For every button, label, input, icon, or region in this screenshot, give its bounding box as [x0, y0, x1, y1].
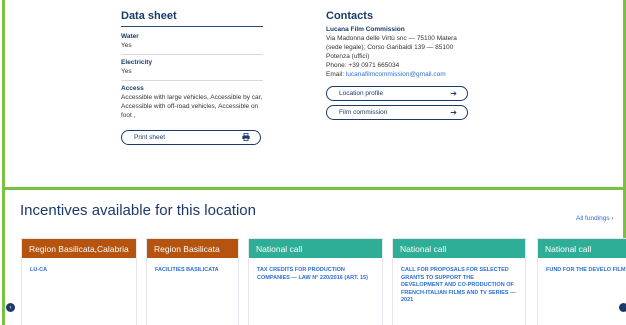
field-label: Access	[121, 85, 144, 92]
field-access: Access Accessible with large vehicles, A…	[121, 85, 263, 120]
carousel-next-button[interactable]	[619, 303, 626, 312]
contact-email-row: Email: lucanafilmcommission@gmail.com	[326, 70, 474, 79]
card-title-link[interactable]: FUND FOR THE DEVELO FILM CO-PRODUCTIONS …	[538, 258, 626, 275]
contact-phone: Phone: +39 0971 665034	[326, 62, 400, 69]
field-label: Electricity	[121, 59, 153, 66]
all-fundings-label: All fundings	[576, 215, 610, 222]
card-title-link[interactable]: TAX CREDITS FOR PRODUCTION COMPANIES — L…	[249, 258, 382, 282]
field-value: Yes	[121, 42, 132, 49]
data-sheet-panel: Data sheet Water Yes Electricity Yes Acc…	[121, 10, 263, 145]
card-title-link[interactable]: FACILITIES BASILICATA	[147, 258, 238, 275]
card-header: Region Basilicata	[147, 239, 238, 258]
email-prefix: Email:	[326, 71, 346, 78]
print-sheet-button[interactable]: Print sheet	[121, 130, 261, 145]
card-header: Region Basilicata,Calabria	[22, 239, 136, 258]
contacts-panel: Contacts Lucana Film Commission Via Mado…	[326, 10, 474, 124]
incentive-card[interactable]: National call CALL FOR PROPOSALS FOR SEL…	[392, 238, 526, 325]
field-label: Water	[121, 33, 139, 40]
contact-line: (sede legale); Corso Garibaldi 139 — 851…	[326, 44, 454, 51]
card-title-link[interactable]: LU-CA	[22, 258, 136, 275]
field-value: Yes	[121, 68, 132, 75]
arrow-right-icon: ➔	[450, 108, 457, 117]
data-sheet-rule	[121, 26, 263, 27]
field-divider	[121, 54, 263, 55]
card-header: National call	[393, 239, 525, 258]
field-water: Water Yes	[121, 33, 263, 50]
carousel-prev-button[interactable]: ‹	[6, 303, 15, 312]
card-title-link[interactable]: CALL FOR PROPOSALS FOR SELECTED GRANTS T…	[393, 258, 525, 305]
field-value: Accessible with large vehicles, Accessib…	[121, 94, 263, 119]
contacts-title: Contacts	[326, 10, 374, 22]
contact-line: Potenza (uffici)	[326, 53, 370, 60]
incentive-card[interactable]: Region Basilicata,Calabria LU-CA	[21, 238, 137, 325]
contact-org: Lucana Film Commission	[326, 26, 405, 33]
chevron-left-icon: ‹	[9, 304, 12, 311]
film-commission-button[interactable]: Film commission ➔	[326, 105, 468, 120]
location-profile-button[interactable]: Location profile ➔	[326, 86, 468, 101]
arrow-right-icon: ➔	[450, 89, 457, 98]
card-header: National call	[249, 239, 382, 258]
email-link[interactable]: lucanafilmcommission@gmail.com	[346, 71, 446, 78]
section-divider	[5, 187, 623, 190]
incentive-card[interactable]: National call FUND FOR THE DEVELO FILM C…	[537, 238, 626, 325]
field-electricity: Electricity Yes	[121, 59, 263, 76]
incentives-title: Incentives available for this location	[20, 202, 256, 219]
chevron-right-icon: ›	[611, 215, 614, 222]
data-sheet-title: Data sheet	[121, 10, 177, 22]
incentive-card[interactable]: Region Basilicata FACILITIES BASILICATA	[146, 238, 239, 325]
incentive-card[interactable]: National call TAX CREDITS FOR PRODUCTION…	[248, 238, 383, 325]
all-fundings-link[interactable]: All fundings ›	[576, 215, 614, 222]
contact-line: Via Madonna delle Virtù snc — 75100 Mate…	[326, 35, 457, 42]
field-divider	[121, 80, 263, 81]
print-sheet-label: Print sheet	[134, 134, 166, 141]
film-commission-label: Film commission	[339, 109, 388, 116]
location-profile-label: Location profile	[339, 90, 384, 97]
card-header: National call	[538, 239, 626, 258]
printer-icon	[242, 132, 250, 143]
